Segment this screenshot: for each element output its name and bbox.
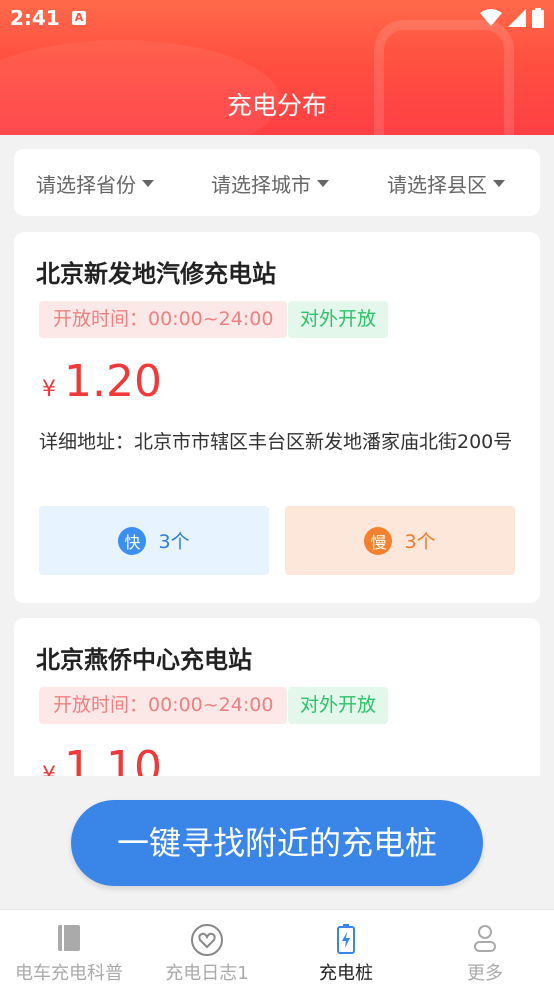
battery-charge-icon [337, 924, 355, 954]
price: ¥ 1.10 [42, 742, 162, 776]
status-icons [480, 8, 544, 28]
tab-label: 充电日志1 [165, 963, 249, 984]
province-select[interactable]: 请选择省份 [36, 169, 154, 198]
tab-label: 电车充电科普 [15, 963, 123, 984]
caret-down-icon [317, 180, 329, 187]
person-icon [474, 925, 496, 952]
wifi-icon [480, 9, 502, 26]
price: ¥ 1.20 [42, 356, 162, 407]
district-select-label: 请选择县区 [387, 173, 487, 197]
fast-charge-icon: 快 [118, 526, 147, 555]
district-select[interactable]: 请选择县区 [387, 169, 505, 198]
bottom-tab-bar: 电车充电科普 充电日志1 充电桩 更多 [0, 909, 554, 984]
station-name: 北京新发地汽修充电站 [36, 260, 276, 288]
book-icon [58, 925, 80, 951]
tab-more[interactable]: 更多 [416, 910, 554, 984]
notification-icon: A [72, 11, 86, 25]
caret-down-icon [142, 180, 154, 187]
currency-symbol: ¥ [42, 377, 56, 402]
battery-icon [532, 8, 544, 28]
station-list[interactable]: 北京新发地汽修充电站 开放时间：00:00~24:00 对外开放 ¥ 1.20 … [0, 230, 554, 776]
tab-charging-pile[interactable]: 充电桩 [277, 910, 415, 984]
price-value: 1.20 [64, 356, 162, 407]
status-time: 2:41 [10, 6, 60, 30]
slow-count-label: 3个 [404, 531, 436, 553]
slow-charger-count[interactable]: 慢 3个 [285, 506, 515, 575]
province-select-label: 请选择省份 [36, 173, 136, 197]
tab-label: 更多 [467, 963, 503, 984]
city-select[interactable]: 请选择城市 [211, 169, 329, 198]
city-select-label: 请选择城市 [211, 173, 311, 197]
slow-charge-icon: 慢 [364, 526, 393, 555]
caret-down-icon [493, 180, 505, 187]
tab-label: 充电桩 [319, 963, 373, 984]
station-address: 详细地址：北京市市辖区丰台区新发地潘家庙北街200号 [39, 431, 513, 453]
station-name: 北京燕侨中心充电站 [36, 646, 252, 674]
opening-hours-tag: 开放时间：00:00~24:00 [39, 301, 288, 338]
currency-symbol: ¥ [42, 763, 56, 776]
station-card[interactable]: 北京新发地汽修充电站 开放时间：00:00~24:00 对外开放 ¥ 1.20 … [14, 232, 540, 603]
find-nearby-chargers-button[interactable]: 一键寻找附近的充电桩 [71, 800, 483, 886]
region-filter-bar: 请选择省份 请选择城市 请选择县区 [14, 149, 540, 216]
heart-icon [191, 924, 223, 956]
tab-charging-knowledge[interactable]: 电车充电科普 [0, 910, 138, 984]
status-bar: 2:41 A [0, 0, 554, 38]
fast-count-label: 3个 [158, 531, 190, 553]
fast-charger-count[interactable]: 快 3个 [39, 506, 269, 575]
open-status-tag: 对外开放 [288, 301, 389, 338]
opening-hours-tag: 开放时间：00:00~24:00 [39, 687, 288, 724]
station-card[interactable]: 北京燕侨中心充电站 开放时间：00:00~24:00 对外开放 ¥ 1.10 [14, 618, 540, 776]
price-value: 1.10 [64, 742, 162, 776]
open-status-tag: 对外开放 [288, 687, 389, 724]
header: 2:41 A 充电分布 [0, 0, 554, 135]
page-title: 充电分布 [226, 91, 327, 120]
tab-charging-log[interactable]: 充电日志1 [138, 910, 276, 984]
signal-icon [508, 9, 526, 27]
